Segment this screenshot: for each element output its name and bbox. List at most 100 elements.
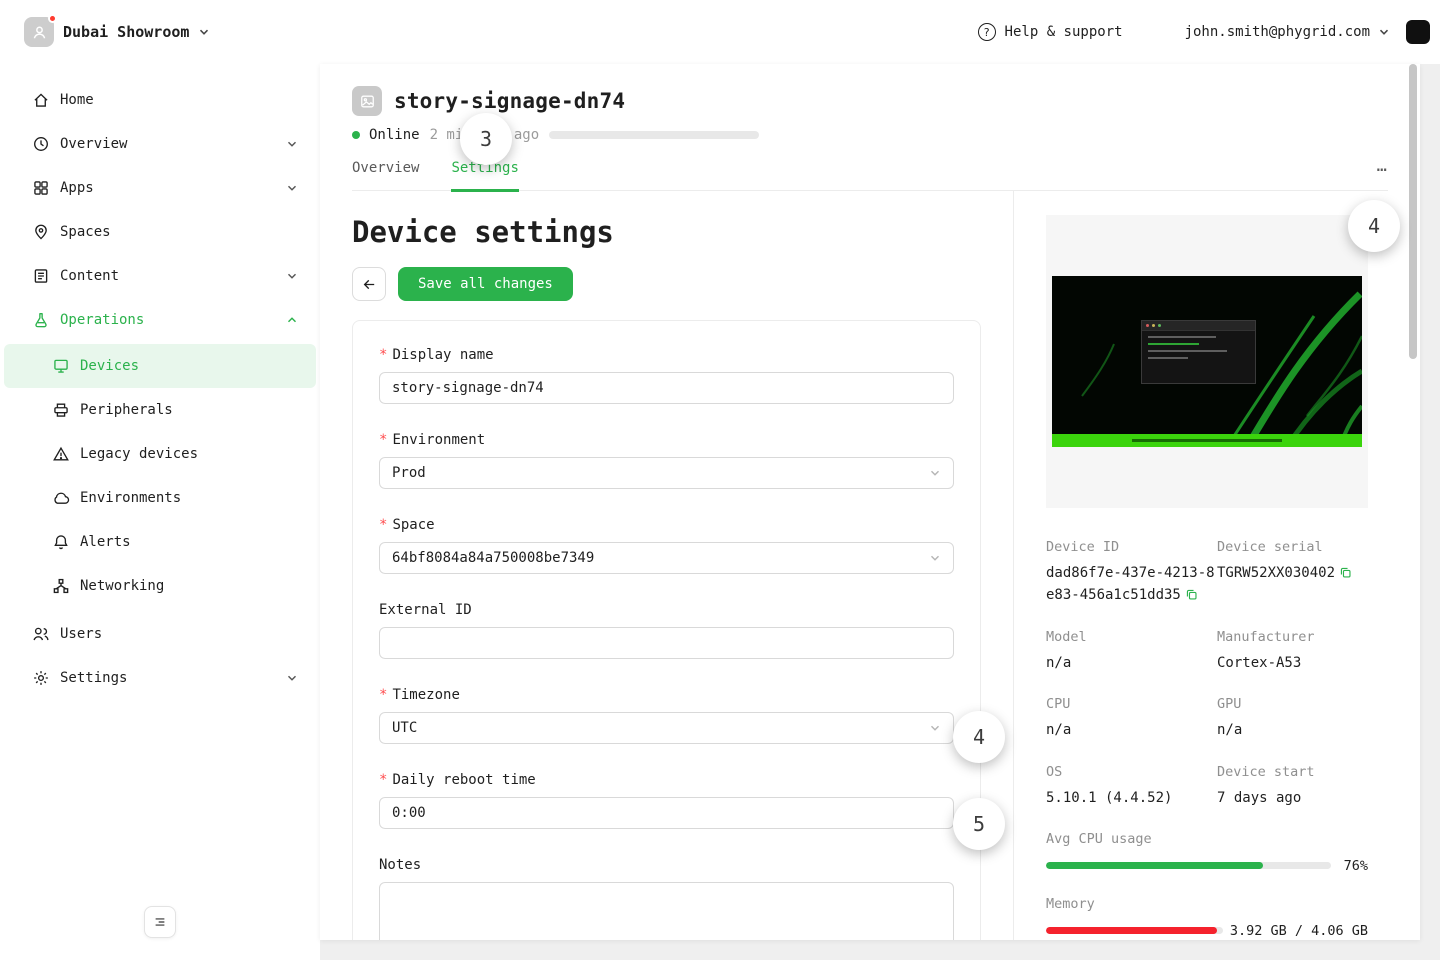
sidebar-item-label: Peripherals [80, 402, 173, 418]
display-name-input[interactable] [379, 372, 954, 404]
required-asterisk: * [379, 347, 388, 363]
space-select[interactable]: 64bf8084a84a750008be7349 [379, 542, 954, 574]
copy-icon[interactable] [1339, 566, 1352, 579]
device-title: story-signage-dn74 [394, 89, 626, 113]
sidebar: Home Overview Apps Spaces Content Operat… [0, 64, 320, 960]
avg-cpu-meter: Avg CPU usage 76% [1046, 830, 1368, 874]
required-asterisk: * [379, 772, 388, 788]
settings-column: Device settings Save all changes * Displ… [320, 191, 1013, 940]
topbar: Dubai Showroom ? Help & support john.smi… [0, 0, 1440, 64]
field-label: Daily reboot time [392, 772, 536, 788]
environment-select[interactable]: Prod [379, 457, 954, 489]
device-thumbnail-icon [352, 86, 382, 116]
external-id-input[interactable] [379, 627, 954, 659]
menu-lines-icon [155, 918, 165, 926]
save-all-changes-button[interactable]: Save all changes [398, 267, 573, 301]
sidebar-item-home[interactable]: Home [4, 78, 316, 122]
screenshot-container [1046, 215, 1368, 508]
sidebar-item-users[interactable]: Users [4, 612, 316, 656]
network-icon [53, 578, 69, 594]
account-menu[interactable]: john.smith@phygrid.com [1185, 24, 1390, 40]
org-name: Dubai Showroom [63, 23, 190, 41]
sidebar-item-devices[interactable]: Devices [4, 344, 316, 388]
avg-cpu-fill [1046, 862, 1263, 870]
back-button[interactable] [352, 267, 386, 301]
chevron-down-icon [1379, 29, 1389, 35]
sidebar-item-label: Devices [80, 358, 140, 374]
field-space: * Space 64bf8084a84a750008be7349 [379, 517, 954, 574]
field-label: Timezone [392, 687, 460, 703]
copy-icon[interactable] [1185, 588, 1198, 601]
health-bar [549, 131, 760, 139]
sidebar-item-legacy-devices[interactable]: Legacy devices [4, 432, 316, 476]
info-device-start: Device start 7 days ago [1217, 763, 1315, 806]
chevron-down-icon [287, 141, 297, 147]
tab-overview[interactable]: Overview [352, 160, 419, 190]
sidebar-item-settings[interactable]: Settings [4, 656, 316, 700]
overview-icon [34, 137, 48, 151]
field-label: Space [392, 517, 435, 533]
field-environment: * Environment Prod [379, 432, 954, 489]
annotation-badge-4a: 4 [1348, 200, 1400, 252]
apps-icon [34, 181, 48, 195]
required-asterisk: * [379, 687, 388, 703]
scrollbar-thumb[interactable] [1409, 64, 1417, 359]
timezone-select[interactable]: UTC [379, 712, 954, 744]
sidebar-item-environments[interactable]: Environments [4, 476, 316, 520]
field-notes: Notes [379, 857, 954, 940]
info-device-serial: Device serial TGRW52XX030402 [1217, 539, 1368, 607]
more-menu-icon[interactable]: ⋯ [1377, 160, 1388, 180]
chevron-down-icon [930, 555, 940, 561]
home-icon [34, 93, 48, 107]
sidebar-item-label: Home [60, 92, 94, 108]
sidebar-item-spaces[interactable]: Spaces [4, 210, 316, 254]
sidebar-item-apps[interactable]: Apps [4, 166, 316, 210]
org-avatar [24, 14, 57, 47]
environment-select-value: Prod [392, 465, 426, 481]
org-switcher[interactable]: Dubai Showroom [24, 14, 210, 47]
warning-icon [53, 446, 69, 461]
scrollbar [1409, 64, 1417, 940]
chevron-down-icon [287, 273, 297, 279]
sidebar-item-overview[interactable]: Overview [4, 122, 316, 166]
field-label: Environment [392, 432, 486, 448]
field-label: Notes [379, 857, 422, 873]
device-info-panel: Device ID dad86f7e-437e-4213-8e83-456a1c… [1013, 191, 1420, 940]
memory-fill [1046, 927, 1217, 935]
help-label: Help & support [1004, 24, 1123, 40]
operations-submenu: Devices Peripherals Legacy devices Envir… [4, 344, 316, 608]
sidebar-item-label: Alerts [80, 534, 131, 550]
status-text: Online [369, 127, 420, 143]
notes-textarea[interactable] [379, 882, 954, 940]
help-icon: ? [977, 23, 996, 41]
brand-logo[interactable] [1406, 20, 1430, 44]
info-device-id: Device ID dad86f7e-437e-4213-8e83-456a1c… [1046, 539, 1215, 604]
user-email: john.smith@phygrid.com [1184, 24, 1370, 40]
daily-reboot-time-input[interactable] [379, 797, 954, 829]
chevron-down-icon [930, 470, 940, 476]
sidebar-item-operations[interactable]: Operations [4, 298, 316, 342]
field-label: Display name [392, 347, 494, 363]
image-icon [360, 95, 374, 107]
help-support-link[interactable]: ? Help & support [977, 23, 1123, 41]
main-area: story-signage-dn74 Online 2 minutes ago … [320, 64, 1440, 960]
sidebar-item-alerts[interactable]: Alerts [4, 520, 316, 564]
memory-value: 3.92 GB / 4.06 GB [1229, 922, 1368, 939]
chevron-down-icon [287, 185, 297, 191]
peripherals-icon [54, 403, 68, 417]
screenshot-green-bar [1052, 434, 1362, 447]
sidebar-collapse-button[interactable] [144, 906, 176, 938]
sidebar-item-label: Spaces [60, 224, 111, 240]
sidebar-item-label: Apps [60, 180, 94, 196]
info-os: OS 5.10.1 (4.4.52) [1046, 763, 1173, 806]
device-info-grid: Device ID dad86f7e-437e-4213-8e83-456a1c… [1046, 539, 1420, 809]
screenshot-terminal-window [1141, 320, 1256, 384]
sidebar-item-label: Legacy devices [80, 446, 199, 462]
chevron-down-icon [287, 675, 297, 681]
sidebar-item-networking[interactable]: Networking [4, 564, 316, 608]
sidebar-item-peripherals[interactable]: Peripherals [4, 388, 316, 432]
sidebar-item-content[interactable]: Content [4, 254, 316, 298]
sidebar-item-label: Overview [60, 136, 128, 152]
space-select-value: 64bf8084a84a750008be7349 [392, 550, 595, 566]
avg-cpu-value: 76% [1343, 857, 1368, 874]
